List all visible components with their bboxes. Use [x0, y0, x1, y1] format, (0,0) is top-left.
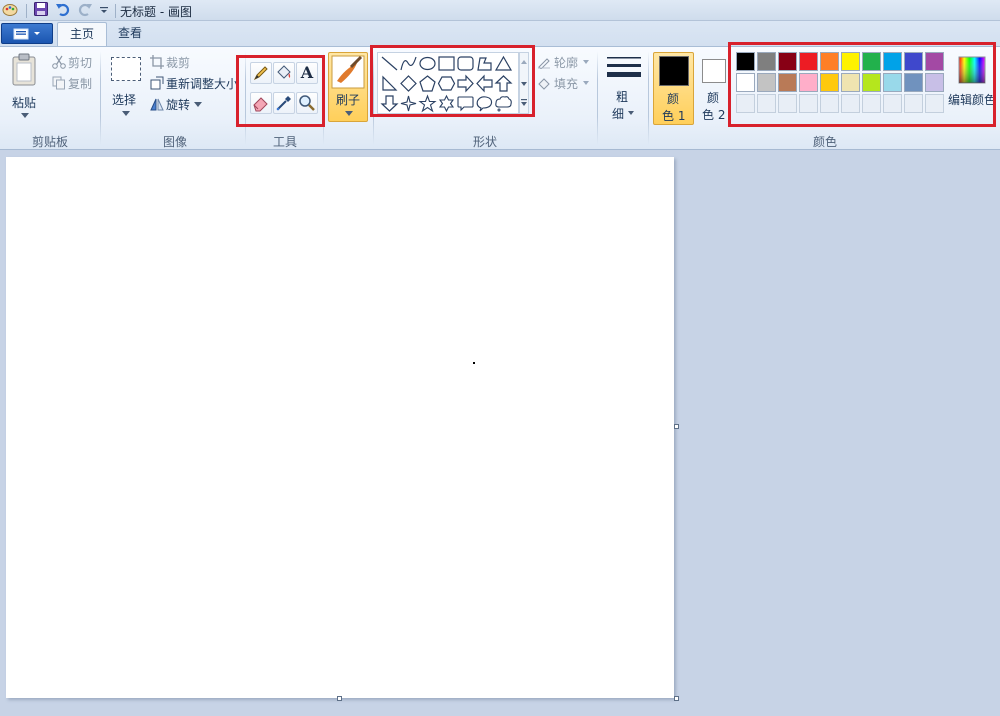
clipboard-group-label: 剪贴板	[31, 135, 68, 149]
resize-label: 重新调整大小	[166, 77, 239, 91]
undo-icon[interactable]	[55, 1, 71, 20]
brushes-button[interactable]: 刷子	[328, 52, 368, 122]
chevron-down-icon	[583, 81, 589, 85]
scissors-icon	[52, 55, 66, 69]
paint-menu-button[interactable]	[1, 23, 53, 44]
brushes-label: 刷子	[336, 93, 361, 107]
qat-separator	[115, 3, 116, 18]
rotate-label: 旋转	[166, 98, 191, 112]
color1-label-bottom: 色 1	[662, 109, 686, 123]
line-width-icon	[607, 57, 641, 77]
size-label-top: 粗	[616, 90, 629, 104]
tab-home[interactable]: 主页	[57, 22, 108, 46]
copy-icon	[52, 76, 65, 90]
select-button[interactable]: 选择	[108, 53, 144, 123]
highlight-shapes	[370, 45, 535, 117]
resize-icon	[150, 76, 164, 90]
canvas-dot	[473, 362, 475, 364]
color1-label-top: 颜	[667, 92, 680, 106]
paste-button[interactable]: 粘贴	[6, 51, 42, 123]
fill-style-icon	[538, 78, 550, 90]
color2-swatch	[702, 59, 726, 83]
clipboard-icon	[12, 53, 36, 86]
rotate-icon	[150, 98, 164, 111]
brush-icon	[331, 55, 365, 89]
outline-icon	[538, 58, 550, 69]
copy-label: 复制	[68, 77, 93, 91]
chevron-down-icon	[583, 60, 589, 64]
color1-swatch	[659, 56, 689, 86]
redo-icon[interactable]	[77, 1, 93, 20]
app-icon[interactable]	[2, 1, 18, 20]
highlight-colors	[728, 42, 996, 127]
save-icon[interactable]	[33, 1, 49, 20]
color2-label-bottom: 色 2	[702, 108, 726, 122]
chevron-down-icon	[628, 111, 634, 115]
resize-handle-bottom[interactable]	[337, 696, 342, 701]
crop-icon	[150, 55, 164, 69]
ribbon-home: 粘贴 剪切 复制 剪贴板 选择 裁剪 重新调整大小 旋转 图像 A 工具 刷子 …	[0, 42, 1000, 150]
select-rectangle-icon	[111, 57, 141, 81]
size-label-bottom: 细	[612, 107, 625, 121]
cut-label: 剪切	[68, 56, 93, 70]
color1-button[interactable]: 颜 色 1	[653, 52, 694, 125]
fill-style-label: 填充	[554, 77, 579, 91]
group-separator	[648, 51, 649, 145]
select-label: 选择	[112, 93, 137, 107]
tools-group-label: 工具	[272, 135, 297, 149]
title-bar: 无标题 - 画图	[0, 0, 1000, 21]
qat-dropdown-icon[interactable]	[99, 4, 109, 18]
image-group-label: 图像	[162, 135, 187, 149]
quick-access-toolbar	[0, 0, 122, 21]
size-button[interactable]: 粗 细	[604, 52, 644, 124]
chevron-down-icon	[122, 111, 130, 116]
menu-icon	[13, 28, 40, 40]
group-separator	[100, 51, 101, 145]
crop-label: 裁剪	[166, 56, 191, 70]
chevron-down-icon	[21, 113, 29, 118]
color2-button[interactable]: 颜 色 2	[697, 52, 731, 125]
resize-handle-corner[interactable]	[674, 696, 679, 701]
drawing-canvas[interactable]	[6, 157, 674, 698]
shapes-group-label: 形状	[472, 135, 497, 149]
resize-handle-right[interactable]	[674, 424, 679, 429]
tab-view[interactable]: 查看	[106, 22, 154, 46]
highlight-tools	[236, 55, 325, 127]
colors-group-label: 颜色	[812, 135, 837, 149]
outline-label: 轮廓	[554, 56, 579, 70]
chevron-down-icon	[345, 111, 353, 116]
paste-label: 粘贴	[12, 96, 37, 110]
window-title: 无标题 - 画图	[120, 5, 192, 19]
group-separator	[597, 51, 598, 145]
color2-label-top: 颜	[707, 91, 720, 105]
qat-separator	[26, 3, 27, 18]
chevron-down-icon	[194, 102, 202, 107]
